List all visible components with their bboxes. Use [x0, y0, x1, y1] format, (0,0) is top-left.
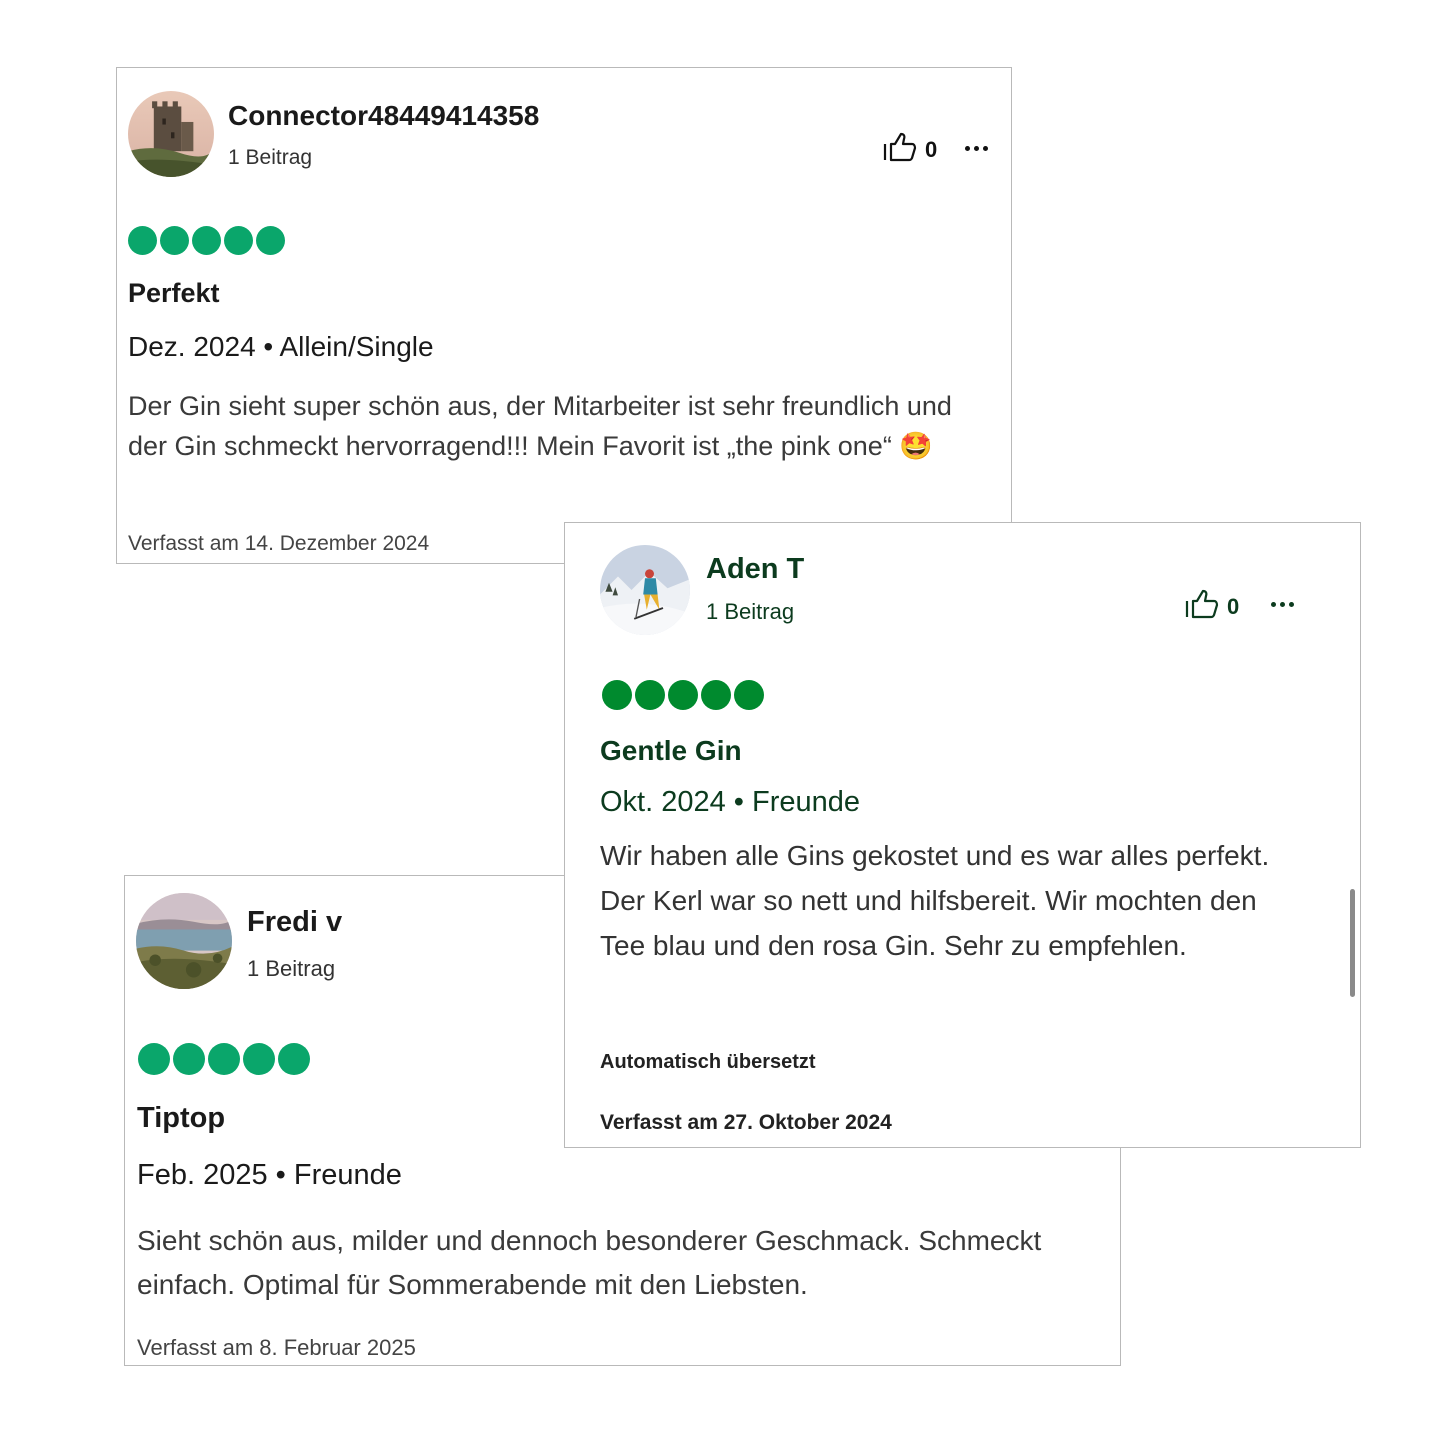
rating-bubbles — [602, 680, 764, 710]
rating-bubble — [173, 1043, 205, 1075]
contribution-count: 1 Beitrag — [706, 599, 795, 624]
scrollbar[interactable] — [1350, 889, 1355, 997]
avatar[interactable] — [136, 893, 232, 989]
avatar[interactable] — [128, 91, 214, 177]
rating-bubble — [192, 226, 221, 255]
username[interactable]: Connector48449414358 — [228, 100, 539, 132]
auto-translated-label: Automatisch übersetzt — [600, 1051, 816, 1073]
avatar[interactable] — [600, 545, 690, 635]
helpful-count: 0 — [1227, 594, 1240, 619]
thumbs-up-icon — [1185, 589, 1219, 625]
review-card: Connector48449414358 1 Beitrag 0 Perfekt… — [116, 67, 1012, 564]
contribution-count: 1 Beitrag — [247, 956, 336, 981]
rating-bubble — [160, 226, 189, 255]
rating-bubble — [602, 680, 632, 710]
trip-info: Dez. 2024 • Allein/Single — [128, 331, 434, 362]
review-title[interactable]: Perfekt — [128, 278, 220, 309]
helpful-vote-button[interactable]: 0 — [883, 132, 937, 168]
thumbs-up-icon — [883, 132, 917, 168]
rating-bubble — [224, 226, 253, 255]
rating-bubble — [278, 1043, 310, 1075]
rating-bubble — [208, 1043, 240, 1075]
written-date: Verfasst am 8. Februar 2025 — [137, 1335, 416, 1360]
more-options-icon[interactable] — [965, 146, 988, 151]
rating-bubble — [668, 680, 698, 710]
rating-bubble — [138, 1043, 170, 1075]
rating-bubbles — [128, 226, 285, 255]
written-date: Verfasst am 14. Dezember 2024 — [128, 532, 430, 555]
review-text: Wir haben alle Gins gekostet und es war … — [600, 840, 1270, 961]
helpful-count: 0 — [925, 137, 938, 162]
rating-bubble — [256, 226, 285, 255]
helpful-vote-button[interactable]: 0 — [1185, 589, 1239, 625]
rating-bubble — [635, 680, 665, 710]
review-text: Sieht schön aus, milder und dennoch beso… — [137, 1225, 1042, 1300]
review-text: Der Gin sieht super schön aus, der Mitar… — [128, 391, 952, 461]
rating-bubbles — [138, 1043, 310, 1075]
contribution-count: 1 Beitrag — [228, 146, 313, 169]
rating-bubble — [734, 680, 764, 710]
review-title[interactable]: Tiptop — [137, 1102, 225, 1135]
trip-info: Feb. 2025 • Freunde — [137, 1159, 402, 1191]
rating-bubble — [701, 680, 731, 710]
trip-info: Okt. 2024 • Freunde — [600, 786, 861, 818]
username[interactable]: Fredi v — [247, 906, 342, 939]
written-date: Verfasst am 27. Oktober 2024 — [600, 1111, 892, 1134]
rating-bubble — [243, 1043, 275, 1075]
more-options-icon[interactable] — [1271, 602, 1294, 607]
rating-bubble — [128, 226, 157, 255]
username[interactable]: Aden T — [706, 553, 804, 586]
review-card: Aden T 1 Beitrag 0 Gentle Gin Okt. 2024 … — [564, 522, 1361, 1148]
review-title[interactable]: Gentle Gin — [600, 735, 742, 767]
